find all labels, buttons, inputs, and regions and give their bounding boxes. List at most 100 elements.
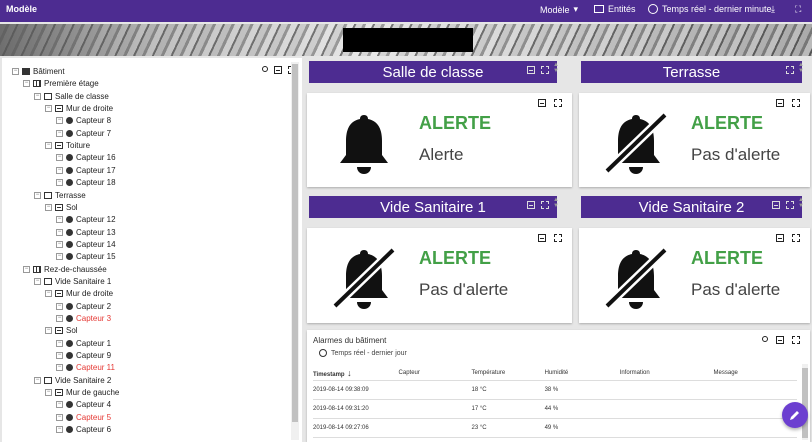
sort-arrow-icon[interactable]: ↓ — [345, 368, 352, 378]
collapse-toggle-icon[interactable]: − — [34, 277, 41, 285]
export-icon[interactable] — [527, 66, 535, 74]
collapse-toggle-icon[interactable]: − — [56, 401, 63, 409]
collapse-toggle-icon[interactable]: − — [23, 80, 30, 88]
collapse-toggle-icon[interactable]: − — [34, 191, 41, 199]
search-icon[interactable] — [762, 336, 768, 342]
collapse-toggle-icon[interactable]: − — [45, 203, 52, 211]
tree-node[interactable]: − Capteur 11 — [56, 362, 115, 373]
fullscreen-icon[interactable] — [786, 66, 794, 74]
fullscreen-icon[interactable] — [554, 234, 562, 242]
collapse-toggle-icon[interactable]: − — [56, 253, 63, 261]
tree-node[interactable]: − Mur de gauche — [45, 387, 119, 398]
collapse-toggle-icon[interactable]: − — [56, 166, 63, 174]
tree-node[interactable]: − Capteur 2 — [56, 301, 111, 312]
tree-node[interactable]: − Vide Sanitaire 2 — [34, 375, 111, 386]
scroll-arrows-icon[interactable]: ▲ ▼ — [798, 197, 804, 209]
tree-node[interactable]: − Mur de droite — [45, 288, 113, 299]
tree-node[interactable]: − Mur de droite — [45, 103, 113, 114]
column-header[interactable]: Timestamp ↓ — [313, 366, 399, 381]
column-header[interactable]: Capteur — [398, 366, 472, 381]
fullscreen-icon[interactable] — [541, 66, 549, 74]
model-dropdown[interactable]: Modèle ▾ — [540, 4, 578, 15]
collapse-toggle-icon[interactable]: − — [56, 364, 63, 372]
entities-button[interactable]: Entités — [594, 4, 636, 14]
column-header[interactable]: Humidité — [544, 366, 620, 381]
tree-node[interactable]: − Capteur 15 — [56, 251, 116, 262]
export-icon[interactable] — [776, 234, 784, 242]
tree-node[interactable]: − Capteur 18 — [56, 177, 116, 188]
tree-node[interactable]: − Première étage — [23, 78, 99, 89]
collapse-toggle-icon[interactable]: − — [34, 92, 41, 100]
tree-node[interactable]: − Capteur 14 — [56, 239, 116, 250]
scroll-arrows-icon[interactable]: ▲ ▼ — [553, 197, 559, 209]
collapse-toggle-icon[interactable]: − — [56, 315, 63, 322]
collapse-toggle-icon[interactable]: − — [45, 327, 52, 335]
tree-node[interactable]: − Capteur 1 — [56, 338, 111, 349]
tree-node[interactable]: − Sol — [45, 202, 78, 213]
alarms-timewindow[interactable]: Temps réel - dernier jour — [319, 349, 407, 357]
tree-node[interactable]: − Capteur 9 — [56, 350, 111, 361]
collapse-toggle-icon[interactable]: − — [45, 142, 52, 150]
export-icon[interactable] — [538, 99, 546, 107]
export-icon[interactable] — [274, 66, 282, 74]
tree-node[interactable]: − Capteur 5 — [56, 412, 111, 423]
search-icon[interactable] — [262, 66, 268, 72]
tree-node[interactable]: − Sol — [45, 325, 78, 336]
tree-node[interactable]: − Salle de classe — [34, 91, 109, 102]
tree-node[interactable]: − Capteur 3 — [56, 313, 111, 324]
table-row[interactable]: 2019-08-14 09:27:06 23 °C 49 % — [313, 418, 797, 438]
tree-node[interactable]: − Capteur 16 — [56, 152, 116, 163]
tree-node[interactable]: − Bâtiment — [12, 66, 65, 77]
column-header[interactable]: Information — [619, 366, 714, 381]
collapse-toggle-icon[interactable]: − — [45, 290, 52, 298]
collapse-toggle-icon[interactable]: − — [56, 228, 63, 236]
scroll-arrows-icon[interactable]: ▲ ▼ — [798, 62, 804, 74]
table-row[interactable]: 2019-08-14 09:31:20 17 °C 44 % — [313, 399, 797, 419]
fullscreen-icon[interactable] — [541, 201, 549, 209]
fullscreen-icon[interactable] — [554, 99, 562, 107]
collapse-toggle-icon[interactable]: − — [45, 105, 52, 113]
tree-scrollbar[interactable] — [291, 62, 299, 440]
fullscreen-icon[interactable] — [792, 234, 800, 242]
collapse-toggle-icon[interactable]: − — [23, 265, 30, 273]
table-row[interactable]: 2019-08-14 09:38:09 18 °C 38 % — [313, 380, 797, 400]
column-header[interactable]: Température — [471, 366, 545, 381]
tree-node[interactable]: − Capteur 6 — [56, 424, 111, 435]
export-icon[interactable] — [538, 234, 546, 242]
tree-node[interactable]: − Terrasse — [34, 190, 86, 201]
edit-button[interactable] — [782, 402, 808, 428]
tree-node[interactable]: − Capteur 7 — [56, 128, 111, 139]
tree-node[interactable]: − Rez-de-chaussée — [23, 264, 107, 275]
export-icon[interactable] — [527, 201, 535, 209]
collapse-toggle-icon[interactable]: − — [56, 154, 63, 162]
collapse-toggle-icon[interactable]: − — [34, 376, 41, 384]
collapse-toggle-icon[interactable]: − — [56, 240, 63, 248]
collapse-toggle-icon[interactable]: − — [56, 302, 63, 310]
collapse-toggle-icon[interactable]: − — [56, 426, 63, 434]
collapse-toggle-icon[interactable]: − — [56, 339, 63, 347]
collapse-toggle-icon[interactable]: − — [12, 68, 19, 75]
collapse-toggle-icon[interactable]: − — [56, 129, 63, 137]
collapse-toggle-icon[interactable]: − — [56, 216, 63, 224]
collapse-toggle-icon[interactable]: − — [56, 179, 63, 187]
tree-node[interactable]: − Vide Sanitaire 1 — [34, 276, 111, 287]
collapse-toggle-icon[interactable]: − — [45, 389, 52, 397]
fullscreen-icon[interactable] — [786, 201, 794, 209]
timewindow-button[interactable]: Temps réel - dernier minute — [648, 4, 772, 14]
tree-node[interactable]: − Toiture — [45, 140, 90, 151]
download-button[interactable]: ⤓ — [771, 4, 775, 15]
export-icon[interactable] — [776, 336, 784, 344]
tree-node[interactable]: − Capteur 4 — [56, 399, 111, 410]
column-header[interactable]: Message — [713, 366, 797, 381]
collapse-toggle-icon[interactable]: − — [56, 117, 63, 125]
tree-node[interactable]: − Capteur 13 — [56, 227, 116, 238]
alarms-scrollbar[interactable] — [802, 364, 808, 440]
export-icon[interactable] — [776, 99, 784, 107]
tree-node[interactable]: − Capteur 12 — [56, 214, 116, 225]
tree-node[interactable]: − Capteur 17 — [56, 165, 116, 176]
export-icon[interactable] — [772, 201, 780, 209]
fullscreen-icon[interactable] — [792, 99, 800, 107]
scroll-arrows-icon[interactable]: ▲ ▼ — [553, 62, 559, 74]
collapse-toggle-icon[interactable]: − — [56, 352, 63, 360]
fullscreen-button[interactable]: ⛶ — [795, 4, 801, 15]
